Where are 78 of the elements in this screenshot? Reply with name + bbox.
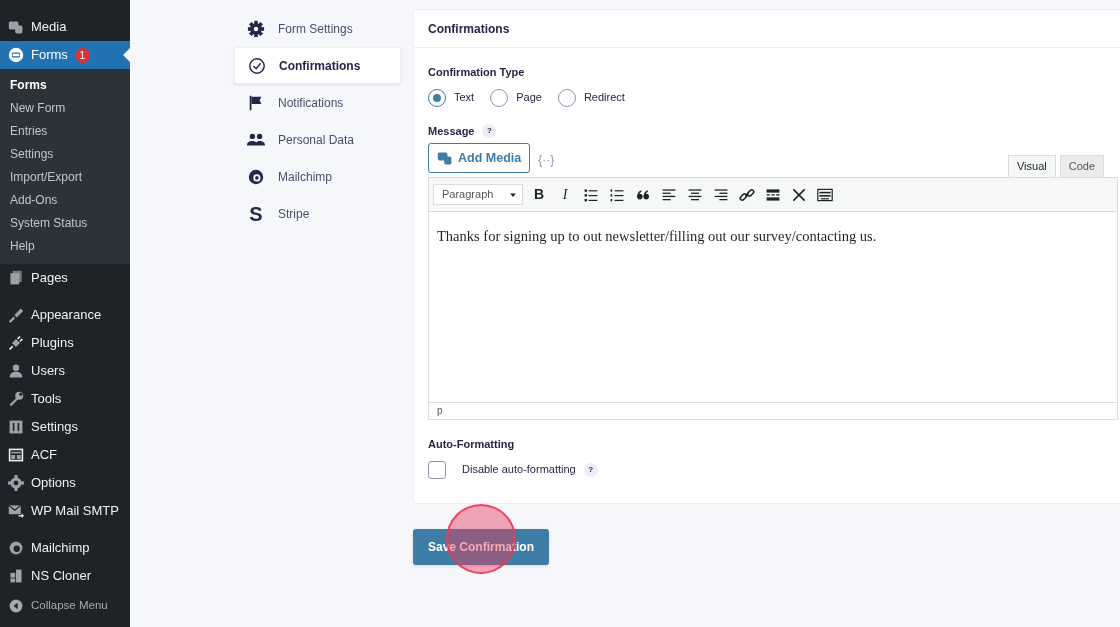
submenu-item[interactable]: Settings bbox=[0, 143, 130, 166]
menu-item[interactable]: Pages bbox=[0, 264, 130, 292]
format-dropdown[interactable]: Paragraph bbox=[433, 184, 523, 205]
editor-content: Thanks for signing up to out newsletter/filling out our survey/contacting us. bbox=[436, 227, 878, 246]
menu-item[interactable]: NS Cloner bbox=[0, 562, 130, 590]
add-media-button[interactable]: Add Media bbox=[428, 143, 531, 173]
plug-icon bbox=[8, 335, 24, 351]
blocks-icon bbox=[8, 568, 24, 584]
field-label: Auto-Formatting bbox=[428, 437, 516, 452]
gear-icon bbox=[8, 475, 24, 491]
settings-tab[interactable]: S Stripe bbox=[234, 195, 401, 232]
menu-item[interactable]: Options bbox=[0, 469, 130, 497]
menu-item[interactable]: ACF bbox=[0, 441, 130, 469]
align-center-icon[interactable] bbox=[687, 186, 703, 203]
settings-tab[interactable]: Notifications bbox=[234, 84, 401, 121]
settings-tab[interactable]: Confirmations bbox=[234, 47, 401, 84]
submenu-item[interactable]: New Form bbox=[0, 97, 130, 120]
bulleted-list-icon[interactable] bbox=[583, 186, 599, 203]
settings-tab[interactable]: Mailchimp bbox=[234, 158, 401, 195]
fullscreen-icon[interactable] bbox=[791, 186, 807, 203]
notification-badge: 1 bbox=[74, 47, 90, 63]
link-icon[interactable] bbox=[739, 186, 755, 203]
radio-label: Page bbox=[516, 90, 542, 106]
media-icon bbox=[437, 150, 453, 166]
field-label: Confirmation Type bbox=[428, 65, 526, 80]
menu-item[interactable]: Appearance bbox=[0, 301, 130, 329]
stripe-logo: S bbox=[248, 201, 264, 227]
envelope-icon bbox=[8, 503, 24, 519]
numbered-list-icon[interactable] bbox=[609, 186, 625, 203]
bold-button[interactable]: B bbox=[529, 182, 549, 207]
menu-item[interactable]: Forms 1 bbox=[0, 41, 130, 69]
read-more-icon[interactable] bbox=[765, 186, 781, 203]
submenu-item[interactable]: Add-Ons bbox=[0, 189, 130, 212]
panel-title: Confirmations bbox=[414, 10, 1120, 48]
radio-label: Text bbox=[454, 90, 475, 106]
menu-item[interactable]: Mailchimp bbox=[0, 534, 130, 562]
element-path: p bbox=[429, 402, 1117, 419]
italic-button[interactable]: I bbox=[555, 182, 575, 207]
paintbrush-icon bbox=[8, 307, 24, 323]
gear-icon bbox=[247, 19, 265, 38]
radio-button[interactable] bbox=[557, 88, 576, 107]
wrench-icon bbox=[8, 391, 24, 407]
menu-item[interactable]: Settings bbox=[0, 413, 130, 441]
radio-label: Redirect bbox=[583, 90, 625, 106]
help-icon[interactable]: ? bbox=[482, 123, 497, 138]
submenu-item[interactable]: System Status bbox=[0, 212, 130, 235]
editor-tab[interactable]: Visual bbox=[1007, 155, 1056, 177]
field-label: Message bbox=[428, 123, 475, 139]
current-arrow bbox=[123, 48, 130, 62]
radio-button[interactable] bbox=[490, 88, 509, 107]
form-icon bbox=[8, 47, 24, 63]
menu-item[interactable]: Tools bbox=[0, 385, 130, 413]
user-icon bbox=[8, 363, 24, 379]
submenu-item[interactable]: Help bbox=[0, 235, 130, 258]
menu-item[interactable]: Users bbox=[0, 357, 130, 385]
align-left-icon[interactable] bbox=[661, 186, 677, 203]
submenu-item[interactable]: Entries bbox=[0, 120, 130, 143]
menu-item[interactable]: Media bbox=[0, 13, 130, 41]
submenu-item[interactable]: Import/Export bbox=[0, 166, 130, 189]
radio-button[interactable] bbox=[428, 88, 446, 107]
help-icon[interactable]: ? bbox=[583, 462, 598, 477]
pages-icon bbox=[8, 270, 24, 286]
menu-item[interactable]: WP Mail SMTP bbox=[0, 497, 130, 525]
image-icon bbox=[8, 19, 24, 35]
keyboard-icon[interactable] bbox=[817, 186, 833, 203]
settings-tab[interactable]: Personal Data bbox=[234, 121, 401, 158]
align-right-icon[interactable] bbox=[713, 186, 729, 203]
checkbox-label: Disable auto-formatting bbox=[462, 462, 576, 478]
menu-item[interactable]: Collapse Menu bbox=[0, 592, 130, 620]
settings-tab[interactable]: Form Settings bbox=[234, 10, 401, 47]
check-circle-icon bbox=[248, 56, 266, 75]
submenu-item[interactable]: Forms bbox=[0, 74, 130, 97]
menu-item[interactable]: Plugins bbox=[0, 329, 130, 357]
checkbox[interactable] bbox=[428, 460, 446, 479]
collapse-icon bbox=[8, 598, 24, 614]
grid-icon bbox=[8, 447, 24, 463]
editor-tab[interactable]: Code bbox=[1059, 155, 1104, 177]
caret-icon bbox=[509, 190, 517, 199]
